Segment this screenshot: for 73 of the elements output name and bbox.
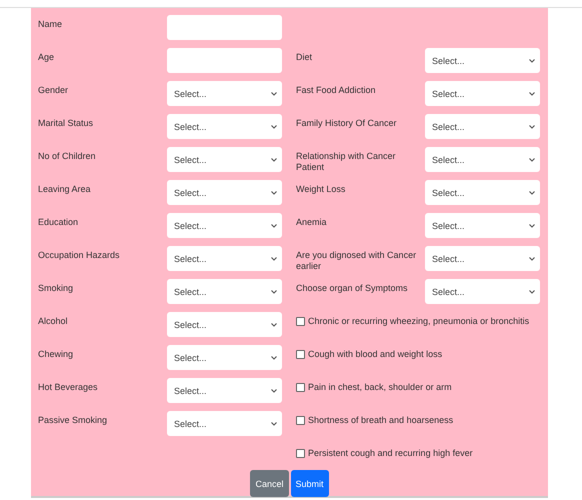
chevron-icon bbox=[271, 158, 277, 162]
select-dropdown[interactable]: Select... bbox=[167, 147, 282, 172]
checkbox[interactable] bbox=[296, 416, 305, 425]
field-label: Name bbox=[38, 18, 64, 30]
select-dropdown[interactable]: Select... bbox=[167, 213, 282, 238]
checkbox[interactable] bbox=[296, 449, 305, 458]
chevron-icon bbox=[529, 158, 535, 162]
select-dropdown[interactable]: Select... bbox=[425, 279, 540, 304]
chevron-icon bbox=[271, 256, 277, 260]
select-dropdown[interactable]: Select... bbox=[167, 411, 282, 436]
field-label: Family History Of Cancer bbox=[296, 117, 398, 129]
select-dropdown[interactable]: Select... bbox=[425, 81, 540, 106]
chevron-icon bbox=[271, 224, 277, 228]
checkbox-label: Cough with blood and weight loss bbox=[308, 349, 442, 360]
chevron-icon bbox=[271, 322, 277, 326]
chevron-icon bbox=[271, 356, 277, 360]
field-label: Education bbox=[38, 216, 80, 228]
select-dropdown[interactable]: Select... bbox=[425, 147, 540, 172]
text-input[interactable] bbox=[167, 15, 282, 40]
chevron-icon bbox=[529, 256, 535, 260]
select-dropdown[interactable]: Select... bbox=[167, 345, 282, 370]
chevron-icon bbox=[271, 422, 277, 426]
chevron-icon bbox=[529, 224, 535, 228]
select-dropdown[interactable]: Select... bbox=[167, 378, 282, 403]
field-label: Diet bbox=[296, 51, 314, 63]
chevron-icon bbox=[529, 58, 535, 62]
select-dropdown[interactable]: Select... bbox=[425, 114, 540, 139]
select-dropdown[interactable]: Select... bbox=[425, 213, 540, 238]
checkbox[interactable] bbox=[296, 317, 305, 326]
field-label: Anemia bbox=[296, 216, 328, 228]
field-label: Chewing bbox=[38, 348, 74, 360]
text-input[interactable] bbox=[167, 48, 282, 73]
checkbox-label: Pain in chest, back, shoulder or arm bbox=[308, 382, 452, 393]
checkbox[interactable] bbox=[296, 383, 305, 392]
submit-button[interactable]: Submit bbox=[290, 470, 329, 497]
select-dropdown[interactable]: Select... bbox=[167, 114, 282, 139]
field-label: Relationship with Cancer Patient bbox=[296, 150, 397, 173]
chevron-icon bbox=[271, 190, 277, 194]
field-label: Fast Food Addiction bbox=[296, 84, 377, 96]
chevron-icon bbox=[271, 92, 277, 96]
chevron-icon bbox=[271, 290, 277, 294]
field-label: Are you dignosed with Cancer earlier bbox=[296, 249, 418, 272]
checkbox[interactable] bbox=[296, 350, 305, 359]
field-label: Passive Smoking bbox=[38, 414, 108, 426]
field-label: Weight Loss bbox=[296, 183, 346, 195]
checkbox-label: Persistent cough and recurring high fever bbox=[308, 448, 473, 459]
field-label: Age bbox=[38, 51, 56, 63]
field-label: No of Children bbox=[38, 150, 97, 162]
select-dropdown[interactable]: Select... bbox=[167, 180, 282, 205]
select-dropdown[interactable]: Select... bbox=[167, 246, 282, 271]
select-dropdown[interactable]: Select... bbox=[425, 48, 540, 73]
checkbox-label: Chronic or recurring wheezing, pneumonia or bronchitis bbox=[308, 316, 530, 327]
field-label: Hot Beverages bbox=[38, 381, 99, 393]
chevron-icon bbox=[271, 124, 277, 128]
select-dropdown[interactable]: Select... bbox=[167, 312, 282, 337]
chevron-icon bbox=[529, 290, 535, 294]
field-label: Occupation Hazards bbox=[38, 249, 121, 261]
field-label: Marital Status bbox=[38, 117, 94, 129]
chevron-icon bbox=[529, 92, 535, 96]
select-dropdown[interactable]: Select... bbox=[167, 81, 282, 106]
chevron-icon bbox=[271, 388, 277, 392]
field-label: Gender bbox=[38, 84, 70, 96]
field-label: Leaving Area bbox=[38, 183, 92, 195]
checkbox-label: Shortness of breath and hoarseness bbox=[308, 415, 454, 426]
field-label: Alcohol bbox=[38, 315, 69, 327]
field-label: Choose organ of Symptoms bbox=[296, 282, 409, 294]
select-dropdown[interactable]: Select... bbox=[425, 246, 540, 271]
select-dropdown[interactable]: Select... bbox=[167, 279, 282, 304]
cancel-button[interactable]: Cancel bbox=[250, 470, 288, 497]
chevron-icon bbox=[529, 190, 535, 194]
select-dropdown[interactable]: Select... bbox=[425, 180, 540, 205]
chevron-icon bbox=[529, 124, 535, 128]
field-label: Smoking bbox=[38, 282, 74, 294]
